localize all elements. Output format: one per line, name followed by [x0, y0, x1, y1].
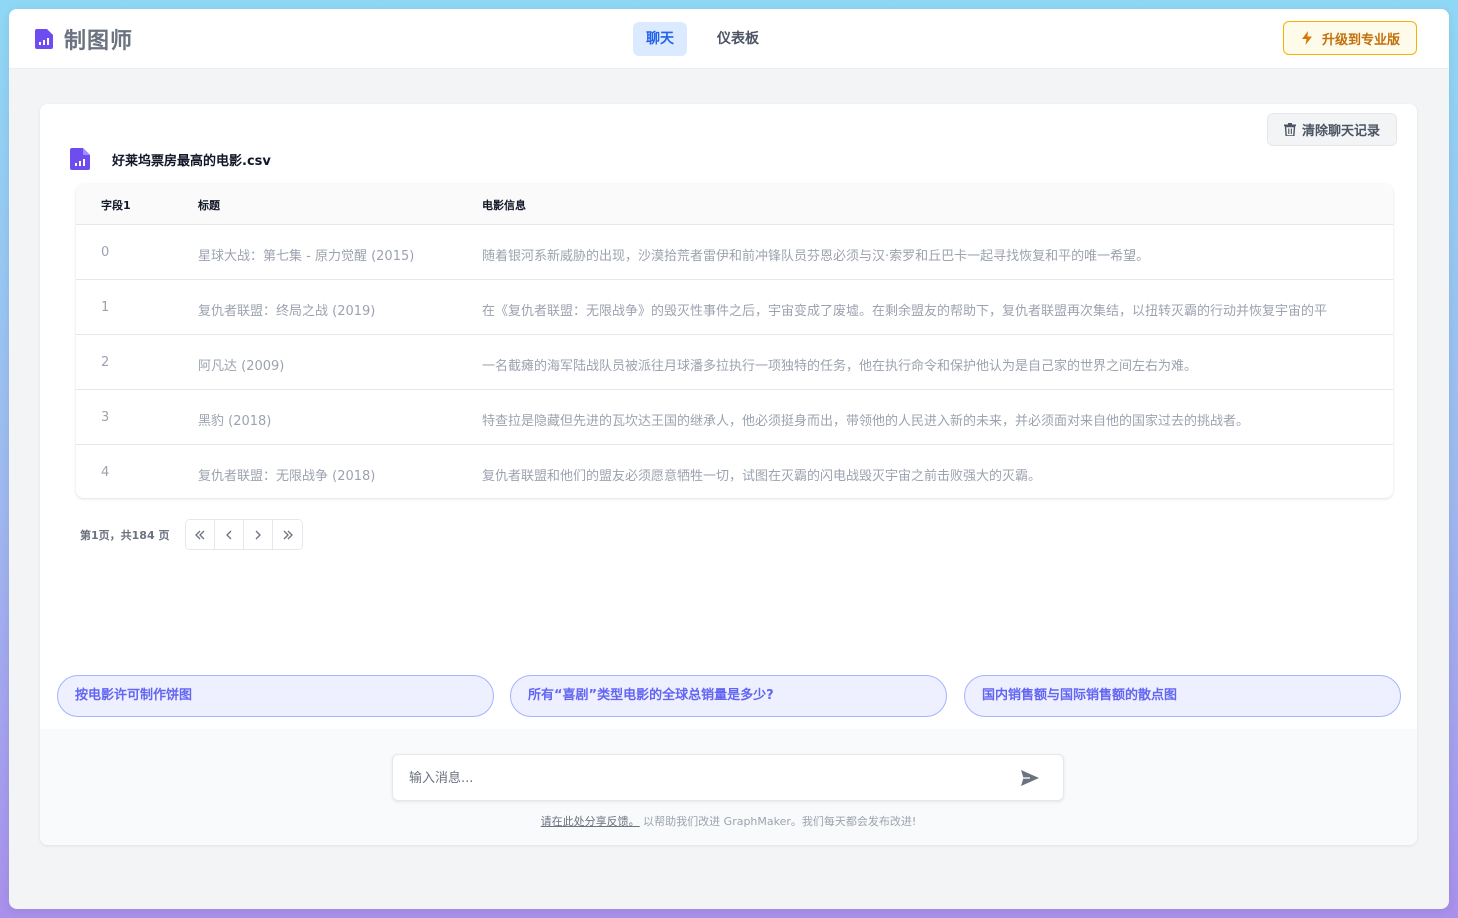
chevron-left-icon [226, 530, 232, 539]
cell-title: 星球大战：第七集 - 原力觉醒 (2015) [198, 249, 415, 264]
app-name: 制图师 [64, 29, 134, 54]
cell-info: 在《复仇者联盟：无限战争》的毁灭性事件之后，宇宙变成了废墟。在剩余盟友的帮助下，… [482, 304, 1328, 319]
file-name: 好莱坞票房最高的电影.csv [112, 153, 271, 169]
data-table: 字段1 标题 电影信息 0 星球大战：第七集 - 原力觉醒 (2015) 随着银… [76, 184, 1393, 498]
prev-page-button[interactable] [215, 520, 245, 549]
double-chevron-left-icon [195, 530, 205, 539]
suggestion-comedy-sales[interactable]: 所有“喜剧”类型电影的全球总销量是多少? [510, 675, 947, 717]
main-nav: 聊天 仪表板 [633, 22, 789, 56]
file-header: 好莱坞票房最高的电影.csv [70, 148, 271, 170]
composer-area: 请在此处分享反馈。 以帮助我们改进 GraphMaker。我们每天都会发布改进! [40, 729, 1417, 845]
feedback-note: 请在此处分享反馈。 以帮助我们改进 GraphMaker。我们每天都会发布改进! [40, 813, 1417, 829]
table-row: 3 黑豹 (2018) 特查拉是隐藏但先进的瓦坎达王国的继承人，他必须挺身而出，… [76, 390, 1393, 445]
csv-file-icon [70, 148, 90, 170]
pagination-buttons [185, 519, 304, 550]
cell-index: 0 [101, 245, 110, 260]
send-icon[interactable] [1020, 769, 1040, 787]
cell-title: 阿凡达 (2009) [198, 359, 285, 374]
cell-info: 特查拉是隐藏但先进的瓦坎达王国的继承人，他必须挺身而出，带领他的人民进入新的未来… [482, 414, 1250, 429]
table-row: 1 复仇者联盟：终局之战 (2019) 在《复仇者联盟：无限战争》的毁灭性事件之… [76, 280, 1393, 335]
cell-info: 随着银河系新威胁的出现，沙漠拾荒者雷伊和前冲锋队员芬恩必须与汉·索罗和丘巴卡一起… [482, 249, 1150, 264]
first-page-button[interactable] [186, 520, 216, 549]
chart-file-icon [35, 29, 53, 49]
cell-info: 复仇者联盟和他们的盟友必须愿意牺牲一切，试图在灭霸的闪电战毁灭宇宙之前击败强大的… [482, 469, 1042, 484]
feedback-link[interactable]: 请在此处分享反馈。 [541, 815, 640, 828]
cell-index: 4 [101, 465, 110, 480]
cell-index: 3 [101, 410, 110, 425]
double-chevron-right-icon [283, 530, 293, 539]
top-bar: 制图师 聊天 仪表板 升级到专业版 [9, 9, 1449, 69]
upgrade-button[interactable]: 升级到专业版 [1283, 21, 1417, 55]
trash-icon [1283, 123, 1296, 136]
table-row: 0 星球大战：第七集 - 原力觉醒 (2015) 随着银河系新威胁的出现，沙漠拾… [76, 225, 1393, 280]
cell-info: 一名截瘫的海军陆战队员被派往月球潘多拉执行一项独特的任务，他在执行命令和保护他认… [482, 359, 1198, 374]
column-header-title[interactable]: 标题 [198, 197, 220, 213]
page-indicator: 第1页，共184 页 [80, 528, 170, 542]
table-header: 字段1 标题 电影信息 [76, 184, 1393, 225]
app-window: 制图师 聊天 仪表板 升级到专业版 清除聊天记录 好莱坞票房最高的电影.csv … [9, 9, 1449, 909]
suggestion-pie-chart[interactable]: 按电影许可制作饼图 [57, 675, 494, 717]
table-row: 4 复仇者联盟：无限战争 (2018) 复仇者联盟和他们的盟友必须愿意牺牲一切，… [76, 445, 1393, 498]
clear-chat-button[interactable]: 清除聊天记录 [1267, 113, 1397, 146]
column-header-field1[interactable]: 字段1 [101, 197, 131, 213]
last-page-button[interactable] [273, 520, 303, 549]
column-header-movie-info[interactable]: 电影信息 [482, 197, 526, 213]
message-input[interactable] [409, 766, 999, 790]
cell-title: 复仇者联盟：无限战争 (2018) [198, 469, 376, 484]
chat-panel: 清除聊天记录 好莱坞票房最高的电影.csv 字段1 标题 电影信息 0 星球大战… [40, 104, 1417, 845]
next-page-button[interactable] [244, 520, 274, 549]
tab-chat[interactable]: 聊天 [633, 22, 687, 56]
chevron-right-icon [255, 530, 262, 539]
feedback-text: 以帮助我们改进 GraphMaker。我们每天都会发布改进! [639, 815, 917, 828]
cell-title: 黑豹 (2018) [198, 414, 272, 429]
message-box [392, 754, 1064, 801]
pagination: 第1页，共184 页 [80, 519, 304, 550]
table-row: 2 阿凡达 (2009) 一名截瘫的海军陆战队员被派往月球潘多拉执行一项独特的任… [76, 335, 1393, 390]
brand[interactable]: 制图师 [35, 23, 133, 55]
lightning-icon [1301, 31, 1312, 45]
upgrade-label: 升级到专业版 [1321, 32, 1400, 48]
cell-title: 复仇者联盟：终局之战 (2019) [198, 304, 376, 319]
tab-dashboard[interactable]: 仪表板 [704, 22, 772, 56]
clear-chat-label: 清除聊天记录 [1301, 124, 1380, 139]
suggestion-scatter-plot[interactable]: 国内销售额与国际销售额的散点图 [964, 675, 1401, 717]
cell-index: 2 [101, 355, 110, 370]
cell-index: 1 [101, 300, 110, 315]
